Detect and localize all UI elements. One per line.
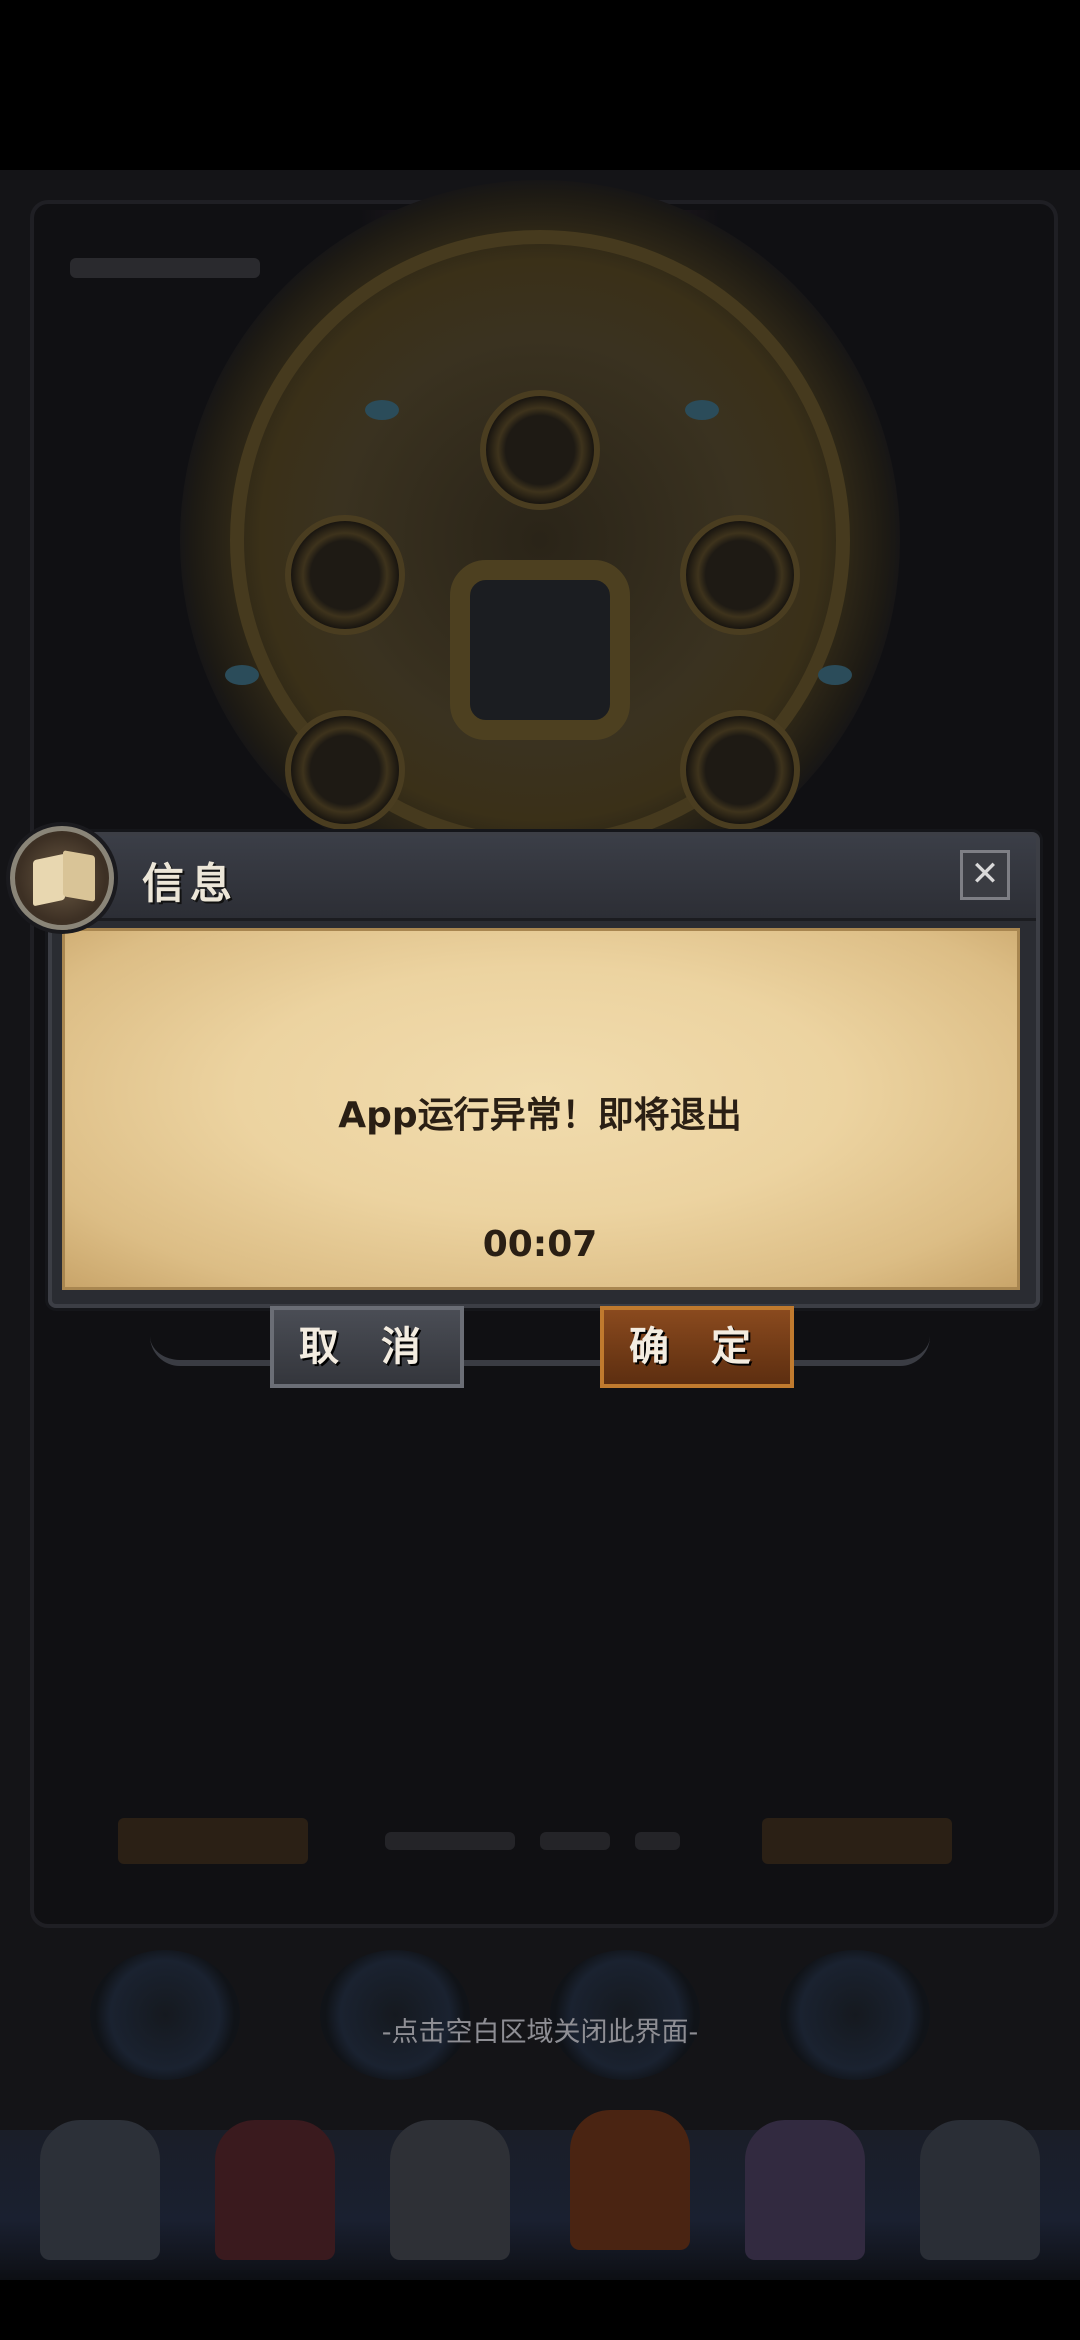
rune-socket xyxy=(680,710,800,830)
scene-info-text xyxy=(540,1832,610,1850)
character-avatar xyxy=(215,2120,335,2260)
scene-info-text xyxy=(635,1832,680,1850)
book-icon xyxy=(10,826,114,930)
rune-socket xyxy=(285,710,405,830)
rune-center-slot xyxy=(450,560,630,740)
dialog-title: 信息 xyxy=(142,859,239,908)
gem-icon xyxy=(818,665,852,685)
gem-icon xyxy=(685,400,719,420)
cancel-button[interactable]: 取 消 xyxy=(270,1306,464,1388)
book-page xyxy=(63,850,95,902)
rune-socket xyxy=(480,390,600,510)
scene-right-button xyxy=(762,1818,952,1864)
gem-icon xyxy=(365,400,399,420)
close-icon: ✕ xyxy=(970,854,1000,894)
gem-icon xyxy=(225,665,259,685)
character-strip xyxy=(0,2110,1080,2280)
bottom-bar xyxy=(0,2280,1080,2340)
character-avatar xyxy=(920,2120,1040,2260)
close-button[interactable]: ✕ xyxy=(960,850,1010,900)
scene-info-text xyxy=(385,1832,515,1850)
confirm-button[interactable]: 确 定 xyxy=(600,1306,794,1388)
scene-subtitle xyxy=(70,258,260,278)
scene-left-button xyxy=(118,1818,308,1864)
book-page xyxy=(33,853,65,907)
character-avatar xyxy=(390,2120,510,2260)
character-avatar xyxy=(40,2120,160,2260)
countdown-timer: 00:07 xyxy=(482,1224,598,1265)
character-avatar xyxy=(745,2120,865,2260)
character-avatar xyxy=(570,2110,690,2250)
dialog-message: App运行异常！即将退出 xyxy=(338,1095,742,1136)
rune-socket xyxy=(285,515,405,635)
dismiss-hint[interactable]: -点击空白区域关闭此界面- xyxy=(0,2010,1080,2049)
dialog-header: 信息 xyxy=(52,836,1036,921)
rune-socket xyxy=(680,515,800,635)
button-bracket xyxy=(150,1300,930,1366)
